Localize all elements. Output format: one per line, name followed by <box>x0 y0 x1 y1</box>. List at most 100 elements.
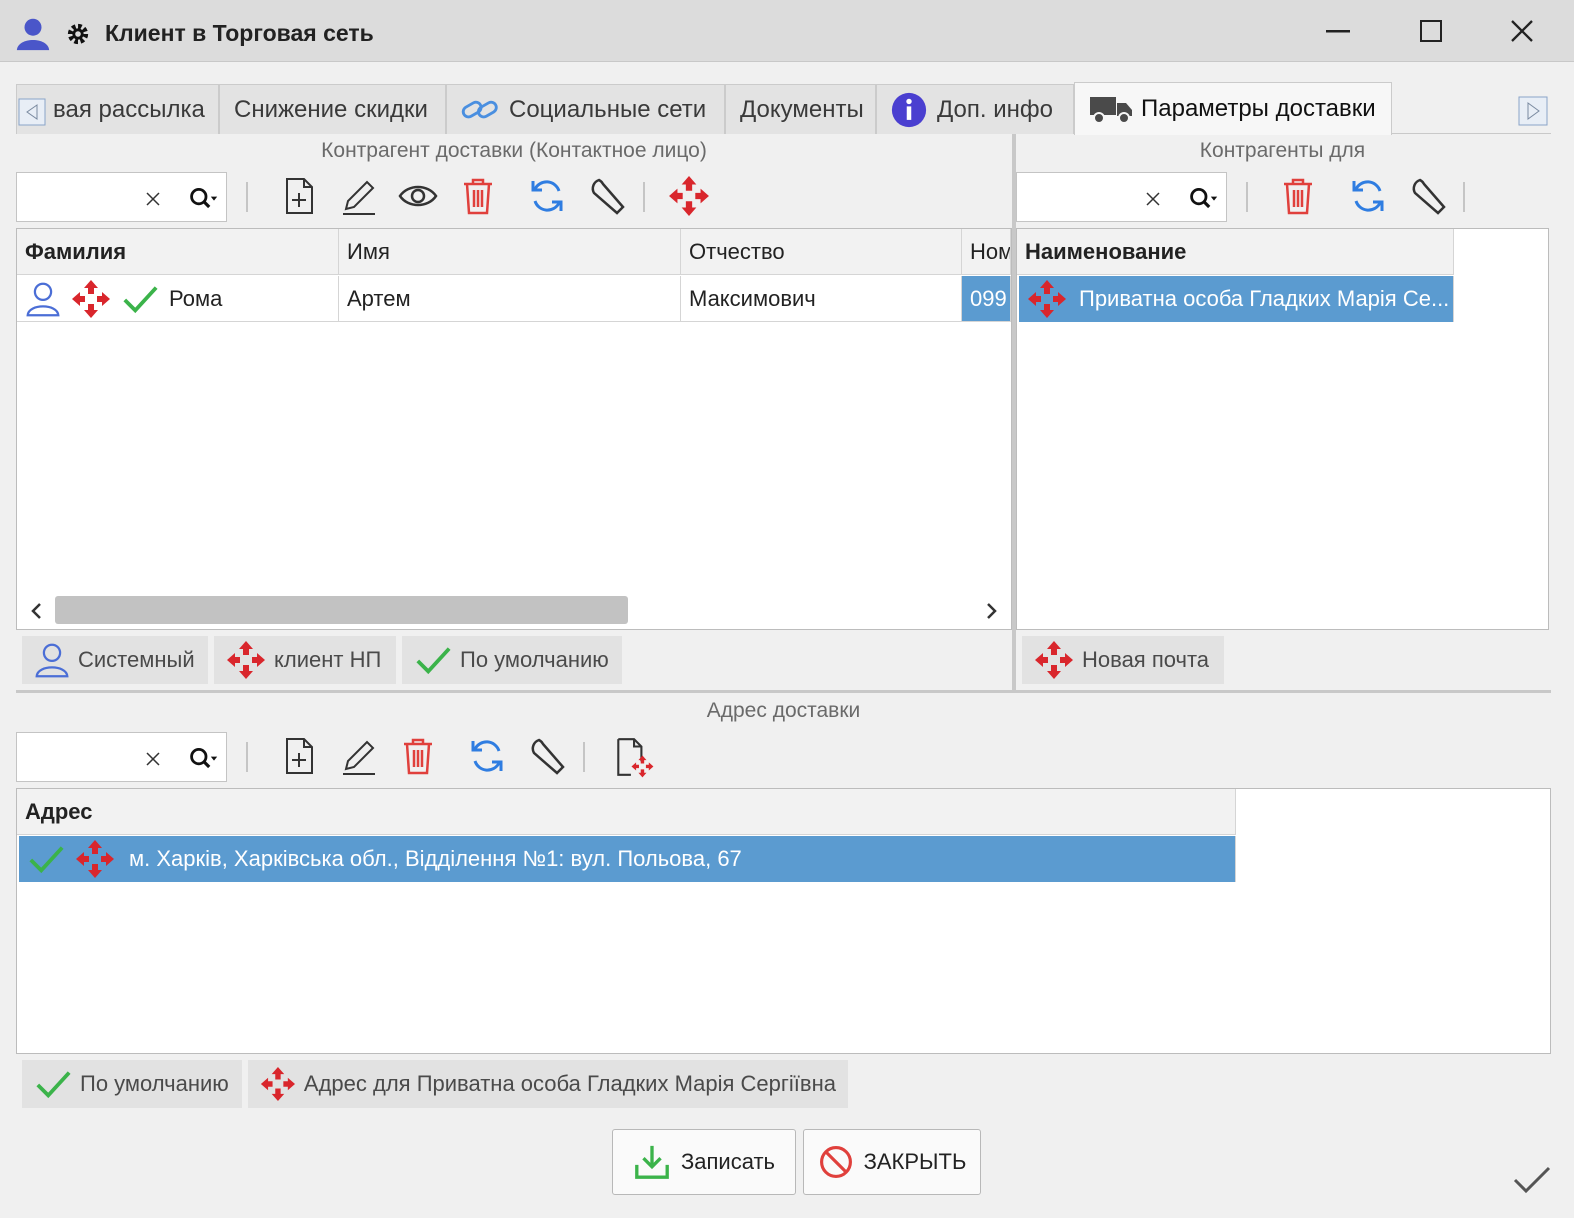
address-grid[interactable]: Адрес м. Харків, Харківська обл., Відділ… <box>16 788 1551 1054</box>
maximize-icon[interactable] <box>1420 20 1442 42</box>
tab-scroll-left-icon[interactable] <box>18 98 46 126</box>
cell-name: Приватна особа Гладких Марія Се... <box>1079 286 1450 311</box>
legend-address-for: Адрес для Приватна особа Гладких Марія С… <box>248 1060 848 1108</box>
toolbar-separator <box>246 182 248 212</box>
address-panel-caption: Адрес доставки <box>706 699 861 722</box>
search-icon[interactable] <box>182 743 222 775</box>
doc-nova-poshta-icon[interactable] <box>612 736 654 778</box>
nova-poshta-icon[interactable] <box>668 175 710 217</box>
nova-poshta-icon <box>260 1064 296 1104</box>
contact-panel-caption: Контрагент доставки (Контактное лицо) <box>321 139 707 162</box>
tab-scroll-right-icon[interactable] <box>1518 96 1548 126</box>
scroll-right-icon[interactable] <box>983 601 999 621</box>
column-header-name[interactable]: Наименование <box>1017 229 1454 275</box>
tab-delivery-params[interactable]: Параметры доставки <box>1074 82 1392 135</box>
legend-label: Новая почта <box>1082 647 1210 672</box>
table-row[interactable]: м. Харків, Харківська обл., Відділення №… <box>19 836 1236 882</box>
tab-label: Документы <box>740 95 864 123</box>
address-search-input[interactable] <box>16 732 227 782</box>
tab-label: Параметры доставки <box>1141 95 1376 122</box>
column-header-middle-name[interactable]: Отчество <box>681 229 962 275</box>
contact-search-input[interactable] <box>16 172 227 222</box>
counterparty-search-input[interactable] <box>1016 172 1227 222</box>
delete-icon[interactable] <box>1278 176 1318 216</box>
toolbar-separator <box>1246 182 1248 212</box>
settings-wrench-icon[interactable] <box>527 736 567 776</box>
clear-icon[interactable] <box>141 747 165 771</box>
legend-default: По умолчанию <box>22 1060 242 1108</box>
refresh-icon[interactable] <box>1348 176 1388 216</box>
close-icon[interactable] <box>1510 19 1534 43</box>
tab-mailing[interactable]: вая рассылка <box>16 84 219 134</box>
counterparty-grid[interactable]: Наименование Приватна особа Гладких Марі… <box>1016 228 1549 630</box>
edit-icon[interactable] <box>339 736 379 776</box>
horizontal-scrollbar-thumb[interactable] <box>55 596 628 624</box>
window-title: Клиент в Торговая сеть <box>105 20 374 46</box>
tab-strip: вая рассылка Снижение скидки Социальные … <box>16 82 1551 135</box>
table-row[interactable]: Приватна особа Гладких Марія Се... <box>1019 276 1454 322</box>
column-header-address[interactable]: Адрес <box>17 789 1236 835</box>
checkmark-icon <box>1513 1166 1551 1194</box>
delete-icon[interactable] <box>398 736 438 776</box>
refresh-icon[interactable] <box>467 736 507 776</box>
legend-label: Адрес для Приватна особа Гладких Марія С… <box>303 1071 836 1096</box>
cell-last-name: Рома <box>169 285 223 311</box>
tab-label: Социальные сети <box>509 95 707 123</box>
legend-label: Системный <box>78 647 195 672</box>
title-bar: Клиент в Торговая сеть <box>0 0 1574 62</box>
clear-icon[interactable] <box>1141 187 1165 211</box>
save-button[interactable]: Записать <box>612 1129 796 1195</box>
contact-grid[interactable]: Фамилия Имя Отчество Ном Рома Артем Макс… <box>16 228 1012 630</box>
link-icon <box>461 100 498 118</box>
refresh-icon[interactable] <box>527 176 567 216</box>
legend-np-client: клиент НП <box>214 636 396 684</box>
toolbar-separator <box>246 742 248 772</box>
toolbar-separator <box>583 742 585 772</box>
tab-social[interactable]: Социальные сети <box>446 84 725 134</box>
tab-documents[interactable]: Документы <box>725 84 876 134</box>
view-icon[interactable] <box>398 176 438 216</box>
column-header-phone[interactable]: Ном <box>962 229 1011 275</box>
tab-extra-info[interactable]: Доп. инфо <box>876 84 1074 134</box>
toolbar-separator <box>643 182 645 212</box>
horizontal-splitter[interactable] <box>16 690 1551 693</box>
scroll-left-icon[interactable] <box>29 601 45 621</box>
info-icon <box>891 92 927 127</box>
column-header-last-name[interactable]: Фамилия <box>17 229 339 275</box>
toolbar-separator <box>1463 182 1465 212</box>
legend-label: По умолчанию <box>80 1071 229 1096</box>
legend-label: клиент НП <box>274 647 382 672</box>
legend-nova-poshta: Новая почта <box>1022 636 1224 684</box>
cell-phone: 099 <box>962 276 1011 322</box>
tab-discount[interactable]: Снижение скидки <box>219 84 446 134</box>
nova-poshta-icon <box>75 839 115 879</box>
settings-wrench-icon[interactable] <box>1408 176 1448 216</box>
clear-icon[interactable] <box>141 187 165 211</box>
column-header-first-name[interactable]: Имя <box>339 229 681 275</box>
check-icon <box>121 280 159 318</box>
tab-label: Доп. инфо <box>937 95 1053 123</box>
delete-icon[interactable] <box>458 176 498 216</box>
tab-label: Снижение скидки <box>234 95 428 123</box>
tab-label: вая рассылка <box>53 95 205 123</box>
person-icon <box>25 281 61 317</box>
cell-first-name: Артем <box>339 276 681 322</box>
prohibited-icon <box>819 1146 852 1178</box>
new-doc-icon[interactable] <box>279 176 319 216</box>
settings-wrench-icon[interactable] <box>587 176 627 216</box>
close-button[interactable]: ЗАКРЫТЬ <box>803 1129 981 1195</box>
minimize-icon[interactable] <box>1326 30 1350 34</box>
truck-icon <box>1090 97 1132 124</box>
cell-address: м. Харків, Харківська обл., Відділення №… <box>129 846 742 871</box>
search-icon[interactable] <box>182 183 222 215</box>
edit-icon[interactable] <box>339 176 379 216</box>
legend-label: По умолчанию <box>460 647 609 672</box>
nova-poshta-icon <box>1027 279 1067 319</box>
gear-icon[interactable] <box>64 20 92 48</box>
new-doc-icon[interactable] <box>279 736 319 776</box>
cell-middle-name: Максимович <box>681 276 962 322</box>
search-icon[interactable] <box>1182 183 1222 215</box>
nova-poshta-icon <box>226 640 266 680</box>
close-button-label: ЗАКРЫТЬ <box>863 1149 967 1174</box>
legend-default: По умолчанию <box>402 636 622 684</box>
